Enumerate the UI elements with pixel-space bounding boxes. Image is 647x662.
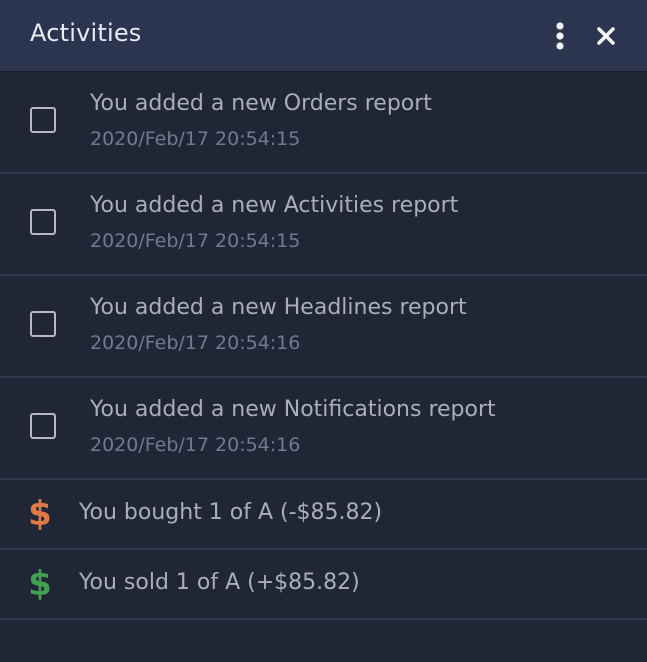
activities-panel: Activities You added a new Orders report… bbox=[0, 0, 647, 662]
close-icon bbox=[597, 27, 615, 45]
dollar-icon: $ bbox=[28, 564, 52, 604]
activity-title: You added a new Activities report bbox=[90, 193, 459, 218]
activity-row: You added a new Activities report 2020/F… bbox=[0, 174, 647, 276]
activity-timestamp: 2020/Feb/17 20:54:16 bbox=[90, 332, 301, 354]
activity-checkbox[interactable] bbox=[30, 107, 56, 133]
activity-checkbox[interactable] bbox=[30, 209, 56, 235]
trade-row-buy: $ You bought 1 of A (-$85.82) bbox=[0, 480, 647, 550]
activity-checkbox[interactable] bbox=[30, 413, 56, 439]
dollar-icon: $ bbox=[28, 494, 52, 534]
panel-header: Activities bbox=[0, 0, 647, 72]
activity-timestamp: 2020/Feb/17 20:54:15 bbox=[90, 230, 301, 252]
activity-title: You added a new Headlines report bbox=[90, 295, 467, 320]
close-button[interactable] bbox=[590, 20, 622, 52]
activity-row: You added a new Headlines report 2020/Fe… bbox=[0, 276, 647, 378]
trade-text: You bought 1 of A (-$85.82) bbox=[79, 500, 383, 525]
vertical-ellipsis-icon bbox=[556, 22, 564, 50]
panel-title: Activities bbox=[30, 19, 142, 47]
activity-row: You added a new Notifications report 202… bbox=[0, 378, 647, 480]
activity-timestamp: 2020/Feb/17 20:54:15 bbox=[90, 128, 301, 150]
activity-timestamp: 2020/Feb/17 20:54:16 bbox=[90, 434, 301, 456]
activity-row: You added a new Orders report 2020/Feb/1… bbox=[0, 72, 647, 174]
activity-title: You added a new Notifications report bbox=[90, 397, 496, 422]
activity-title: You added a new Orders report bbox=[90, 91, 432, 116]
activity-checkbox[interactable] bbox=[30, 311, 56, 337]
trade-text: You sold 1 of A (+$85.82) bbox=[79, 570, 360, 595]
more-options-button[interactable] bbox=[544, 20, 576, 52]
trade-row-sell: $ You sold 1 of A (+$85.82) bbox=[0, 550, 647, 620]
